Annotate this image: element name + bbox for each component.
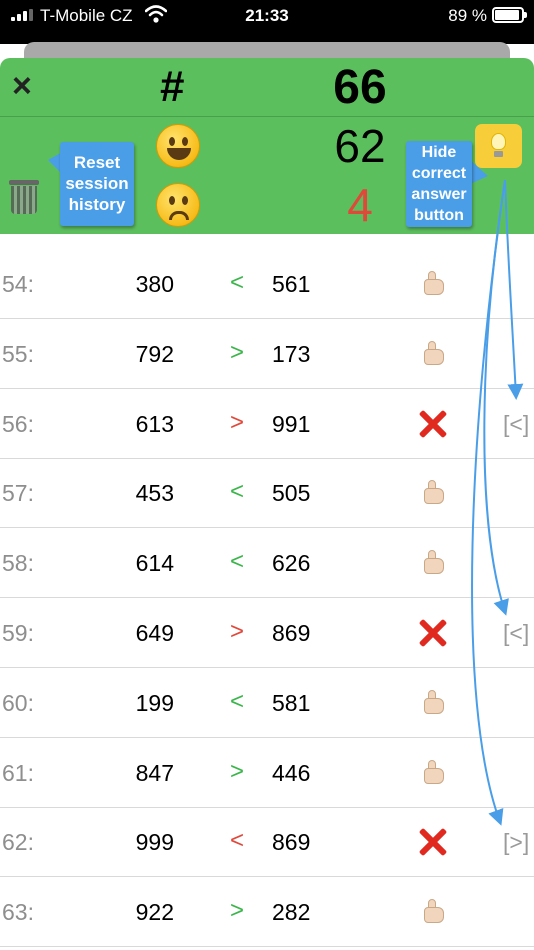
lightbulb-icon[interactable] bbox=[475, 124, 522, 168]
row-index: 55: bbox=[2, 340, 34, 367]
correct-answer: [<] bbox=[503, 620, 530, 646]
comparison-operator: < bbox=[229, 478, 244, 506]
row-index: 57: bbox=[2, 480, 34, 507]
thumbs-up-icon bbox=[416, 474, 452, 510]
left-number: 380 bbox=[135, 271, 174, 297]
right-number: 446 bbox=[272, 759, 311, 786]
left-number: 792 bbox=[135, 340, 174, 367]
comparison-operator: < bbox=[229, 827, 244, 855]
close-icon[interactable]: × bbox=[12, 69, 36, 103]
row-index: 54: bbox=[2, 271, 34, 297]
cross-mark-icon bbox=[416, 614, 452, 650]
left-number: 613 bbox=[135, 410, 174, 437]
cross-mark-icon bbox=[416, 823, 452, 859]
row-index: 60: bbox=[2, 689, 34, 716]
history-row: 59: 649 >869 [<] bbox=[0, 598, 534, 668]
history-row: 57: 453 <505 bbox=[0, 458, 534, 529]
comparison-operator: > bbox=[229, 338, 244, 366]
left-number: 649 bbox=[135, 620, 174, 646]
right-number: 282 bbox=[272, 899, 311, 926]
thumbs-up-icon bbox=[416, 335, 452, 371]
comparison-operator: < bbox=[229, 269, 244, 296]
right-number: 173 bbox=[272, 340, 311, 367]
comparison-operator: < bbox=[229, 687, 244, 715]
thumbs-up-icon bbox=[416, 544, 452, 580]
comparison-operator: > bbox=[229, 618, 244, 645]
history-row: 56: 613 >991 [<] bbox=[0, 389, 534, 459]
left-number: 999 bbox=[135, 829, 174, 856]
battery-icon bbox=[492, 7, 527, 23]
wrong-count: 4 bbox=[347, 179, 373, 231]
comparison-operator: > bbox=[229, 897, 244, 925]
history-row: 54: 380 <561 bbox=[0, 249, 534, 319]
thumbs-up-icon bbox=[416, 754, 452, 790]
smiley-sad-icon bbox=[156, 183, 200, 227]
right-number: 581 bbox=[272, 689, 311, 716]
right-number: 561 bbox=[272, 271, 311, 297]
thumbs-up-icon bbox=[416, 684, 452, 720]
right-number: 869 bbox=[272, 829, 311, 856]
right-number: 505 bbox=[272, 480, 311, 507]
history-row: 60: 199 <581 bbox=[0, 668, 534, 738]
thumbs-up-icon bbox=[416, 893, 452, 929]
smiley-happy-icon bbox=[156, 124, 200, 168]
row-index: 59: bbox=[2, 620, 34, 646]
left-number: 453 bbox=[135, 480, 174, 507]
hide-answer-callout: Hide correct answer button bbox=[406, 141, 472, 227]
correct-answer: [<] bbox=[503, 410, 530, 437]
right-number: 869 bbox=[272, 620, 311, 646]
header-divider bbox=[0, 116, 534, 117]
battery-percentage: 89 % bbox=[448, 6, 487, 25]
comparison-operator: > bbox=[229, 757, 244, 785]
left-number: 199 bbox=[135, 689, 174, 716]
correct-count: 62 bbox=[334, 120, 386, 172]
history-row: 58: 614 <626 bbox=[0, 528, 534, 599]
row-index: 61: bbox=[2, 759, 34, 786]
history-row: 61: 847 >446 bbox=[0, 738, 534, 808]
total-count: 66 bbox=[333, 61, 387, 114]
comparison-operator: < bbox=[229, 548, 244, 576]
left-number: 614 bbox=[135, 550, 174, 577]
hash-label: # bbox=[160, 62, 185, 111]
correct-answer: [>] bbox=[503, 829, 530, 856]
left-number: 922 bbox=[135, 899, 174, 926]
thumbs-up-icon bbox=[416, 265, 452, 301]
row-index: 58: bbox=[2, 550, 34, 577]
left-number: 847 bbox=[135, 759, 174, 786]
comparison-operator: > bbox=[229, 408, 244, 436]
trash-icon[interactable] bbox=[8, 180, 40, 214]
right-number: 991 bbox=[272, 410, 311, 437]
history-row: 55: 792 >173 bbox=[0, 319, 534, 389]
cross-mark-icon bbox=[416, 405, 452, 441]
row-index: 56: bbox=[2, 410, 34, 437]
right-number: 626 bbox=[272, 550, 311, 577]
history-row: 62: 999 <869 [>] bbox=[0, 807, 534, 878]
reset-session-callout: Reset session history bbox=[60, 142, 134, 226]
history-row: 63: 922 >282 bbox=[0, 877, 534, 948]
row-index: 62: bbox=[2, 829, 34, 856]
row-index: 63: bbox=[2, 899, 34, 926]
status-bar: T-Mobile CZ 21:33 89 % bbox=[0, 0, 534, 44]
